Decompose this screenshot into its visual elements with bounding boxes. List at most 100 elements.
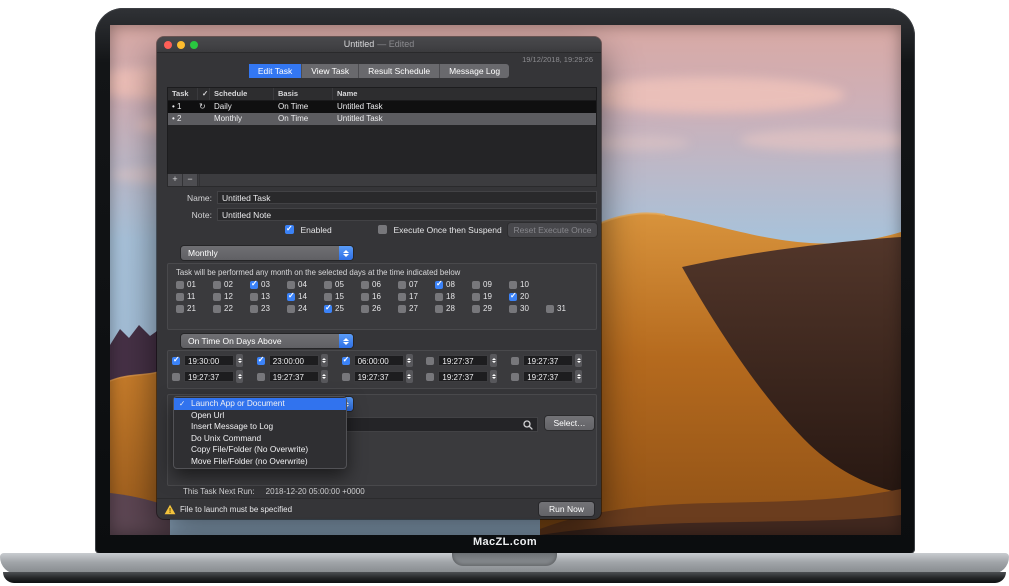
basis-popup[interactable]: On Time On Days Above <box>181 334 353 348</box>
checkbox-icon[interactable] <box>509 293 517 301</box>
day-checkbox[interactable]: 21 <box>176 304 213 313</box>
select-file-button[interactable]: Select… <box>545 416 594 430</box>
checkbox-icon[interactable] <box>511 357 519 365</box>
tab[interactable]: Message Log <box>440 64 509 78</box>
checkbox-icon[interactable] <box>426 373 434 381</box>
checkbox-icon[interactable] <box>176 281 184 289</box>
checkbox-icon[interactable] <box>213 293 221 301</box>
checkbox-icon[interactable] <box>324 305 332 313</box>
time-stepper-icon[interactable] <box>490 354 497 367</box>
day-checkbox[interactable]: 29 <box>472 304 509 313</box>
tab[interactable]: Edit Task <box>249 64 302 78</box>
table-row[interactable]: • 1 ↻ Daily On Time Untitled Task <box>168 101 596 113</box>
execute-once-checkbox[interactable]: Execute Once then Suspend <box>378 224 502 235</box>
day-checkbox[interactable]: 25 <box>324 304 361 313</box>
checkbox-icon[interactable] <box>472 293 480 301</box>
time-input[interactable]: 19:27:37 <box>438 355 488 366</box>
checkbox-icon[interactable] <box>250 281 258 289</box>
menu-item[interactable]: Open Url <box>174 410 346 422</box>
time-stepper-icon[interactable] <box>321 354 328 367</box>
time-slot[interactable]: 19:27:37 <box>342 370 427 383</box>
day-checkbox[interactable]: 02 <box>213 280 250 289</box>
menu-item[interactable]: Launch App or Document <box>174 398 346 410</box>
checkbox-icon[interactable] <box>287 305 295 313</box>
checkbox-icon[interactable] <box>546 305 554 313</box>
col-schedule[interactable]: Schedule <box>210 88 274 100</box>
col-task[interactable]: Task <box>168 88 198 100</box>
checkbox-icon[interactable] <box>172 373 180 381</box>
time-input[interactable]: 23:00:00 <box>269 355 319 366</box>
time-stepper-icon[interactable] <box>236 354 243 367</box>
checkbox-icon[interactable] <box>378 225 387 234</box>
run-now-button[interactable]: Run Now <box>539 502 594 516</box>
time-slot[interactable]: 06:00:00 <box>342 354 427 367</box>
time-stepper-icon[interactable] <box>575 354 582 367</box>
day-checkbox[interactable]: 31 <box>546 304 583 313</box>
search-icon[interactable] <box>523 420 533 430</box>
day-checkbox[interactable]: 05 <box>324 280 361 289</box>
day-checkbox[interactable]: 12 <box>213 292 250 301</box>
time-slot[interactable]: 19:27:37 <box>172 370 257 383</box>
name-input[interactable]: Untitled Task <box>217 191 597 204</box>
note-input[interactable]: Untitled Note <box>217 208 597 221</box>
time-input[interactable]: 19:27:37 <box>438 371 488 382</box>
checkbox-icon[interactable] <box>172 357 180 365</box>
close-icon[interactable] <box>164 41 172 49</box>
day-checkbox[interactable]: 17 <box>398 292 435 301</box>
tab[interactable]: View Task <box>302 64 359 78</box>
menu-item[interactable]: Do Unix Command <box>174 433 346 445</box>
time-slot[interactable]: 19:27:37 <box>257 370 342 383</box>
time-slot[interactable]: 19:27:37 <box>426 370 511 383</box>
time-input[interactable]: 19:27:37 <box>269 371 319 382</box>
time-stepper-icon[interactable] <box>575 370 582 383</box>
day-checkbox[interactable]: 07 <box>398 280 435 289</box>
checkbox-icon[interactable] <box>250 293 258 301</box>
minimize-icon[interactable] <box>177 41 185 49</box>
day-checkbox[interactable]: 13 <box>250 292 287 301</box>
time-stepper-icon[interactable] <box>406 354 413 367</box>
day-checkbox[interactable]: 10 <box>509 280 546 289</box>
checkbox-icon[interactable] <box>361 281 369 289</box>
day-checkbox[interactable]: 30 <box>509 304 546 313</box>
time-input[interactable]: 19:27:37 <box>523 355 573 366</box>
day-checkbox[interactable]: 18 <box>435 292 472 301</box>
schedule-popup[interactable]: Monthly <box>181 246 353 260</box>
checkbox-icon[interactable] <box>398 293 406 301</box>
checkbox-icon[interactable] <box>287 281 295 289</box>
checkbox-icon[interactable] <box>509 305 517 313</box>
zoom-icon[interactable] <box>190 41 198 49</box>
checkbox-icon[interactable] <box>342 373 350 381</box>
time-slot[interactable]: 19:27:37 <box>511 354 596 367</box>
time-slot[interactable]: 23:00:00 <box>257 354 342 367</box>
checkbox-icon[interactable] <box>250 305 258 313</box>
tab[interactable]: Result Schedule <box>359 64 440 78</box>
checkbox-icon[interactable] <box>472 281 480 289</box>
checkbox-icon[interactable] <box>176 305 184 313</box>
col-check[interactable]: ✓ <box>198 88 210 100</box>
titlebar[interactable]: Untitled— Edited <box>157 37 601 53</box>
time-input[interactable]: 19:27:37 <box>354 371 404 382</box>
time-input[interactable]: 19:30:00 <box>184 355 234 366</box>
checkbox-icon[interactable] <box>511 373 519 381</box>
checkbox-icon[interactable] <box>435 293 443 301</box>
time-slot[interactable]: 19:27:37 <box>426 354 511 367</box>
checkbox-icon[interactable] <box>324 281 332 289</box>
table-row[interactable]: • 2 Monthly On Time Untitled Task <box>168 113 596 125</box>
time-stepper-icon[interactable] <box>406 370 413 383</box>
day-checkbox[interactable]: 27 <box>398 304 435 313</box>
checkbox-icon[interactable] <box>472 305 480 313</box>
checkbox-icon[interactable] <box>257 357 265 365</box>
menu-item[interactable]: Insert Message to Log <box>174 421 346 433</box>
checkbox-icon[interactable] <box>287 293 295 301</box>
checkbox-icon[interactable] <box>342 357 350 365</box>
day-checkbox[interactable]: 01 <box>176 280 213 289</box>
day-checkbox[interactable]: 26 <box>361 304 398 313</box>
day-checkbox[interactable]: 24 <box>287 304 324 313</box>
time-stepper-icon[interactable] <box>321 370 328 383</box>
checkbox-icon[interactable] <box>176 293 184 301</box>
time-input[interactable]: 06:00:00 <box>354 355 404 366</box>
enabled-checkbox[interactable]: Enabled <box>285 224 332 235</box>
day-checkbox[interactable]: 11 <box>176 292 213 301</box>
day-checkbox[interactable]: 06 <box>361 280 398 289</box>
add-task-button[interactable]: + <box>168 174 183 186</box>
